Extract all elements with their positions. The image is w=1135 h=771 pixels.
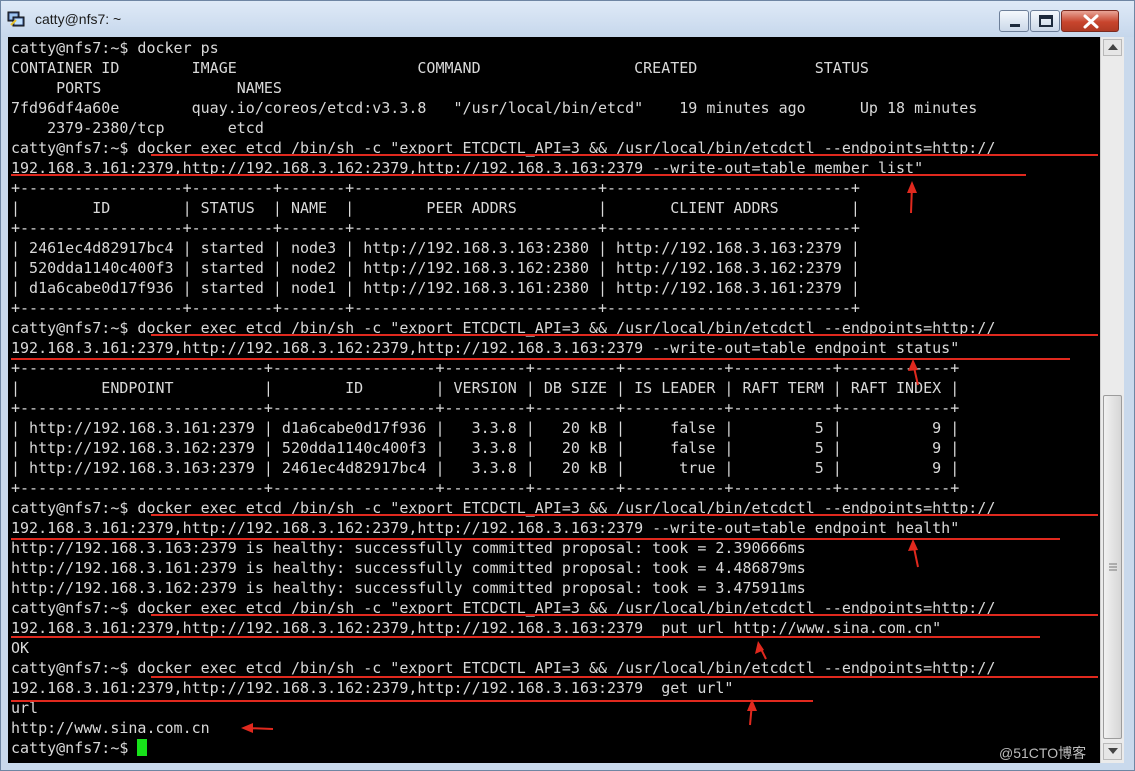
terminal-line: catty@nfs7:~$ docker exec etcd /bin/sh -…: [11, 659, 996, 677]
terminal-line: | ID | STATUS | NAME | PEER ADDRS | CLIE…: [11, 199, 860, 217]
terminal-line: http://192.168.3.162:2379 is healthy: su…: [11, 579, 806, 597]
window-title: catty@nfs7: ~: [35, 11, 122, 27]
terminal-line: catty@nfs7:~$: [11, 738, 995, 758]
grip-icon: [1109, 563, 1117, 571]
terminal-line: | 520dda1140c400f3 | started | node2 | h…: [11, 259, 860, 277]
minimize-icon: [1010, 24, 1020, 27]
terminal-line: | ENDPOINT | ID | VERSION | DB SIZE | IS…: [11, 379, 960, 397]
putty-icon[interactable]: [7, 10, 25, 28]
terminal-line: catty@nfs7:~$ docker exec etcd /bin/sh -…: [11, 319, 996, 337]
scrollbar-thumb[interactable]: [1103, 395, 1122, 739]
terminal-line: 192.168.3.161:2379,http://192.168.3.162:…: [11, 619, 942, 637]
terminal-line: PORTS NAMES: [11, 79, 282, 97]
scroll-up-button[interactable]: [1103, 39, 1122, 56]
terminal-line: catty@nfs7:~$ docker ps: [11, 39, 219, 57]
terminal-line: +------------------+---------+-------+--…: [11, 179, 860, 197]
terminal-line: 192.168.3.161:2379,http://192.168.3.162:…: [11, 519, 960, 537]
terminal-line: +------------------+---------+-------+--…: [11, 299, 860, 317]
terminal-line: 192.168.3.161:2379,http://192.168.3.162:…: [11, 159, 924, 177]
terminal-line: catty@nfs7:~$ docker exec etcd /bin/sh -…: [11, 499, 996, 517]
terminal-line: catty@nfs7:~$ docker exec etcd /bin/sh -…: [11, 139, 996, 157]
terminal-line: http://192.168.3.163:2379 is healthy: su…: [11, 539, 806, 557]
terminal-line: OK: [11, 639, 30, 657]
close-button[interactable]: [1061, 10, 1119, 32]
terminal-line: | http://192.168.3.162:2379 | 520dda1140…: [11, 439, 960, 457]
terminal-window: catty@nfs7: ~ catty@nfs7:~$ docker ps CON…: [0, 0, 1135, 771]
terminal-line: +---------------------------+-----------…: [11, 399, 960, 417]
terminal-line: | http://192.168.3.163:2379 | 2461ec4d82…: [11, 459, 960, 477]
terminal-line: +---------------------------+-----------…: [11, 359, 960, 377]
terminal-line: 192.168.3.161:2379,http://192.168.3.162:…: [11, 339, 960, 357]
terminal-cursor: [137, 739, 148, 756]
terminal-line: | 2461ec4d82917bc4 | started | node3 | h…: [11, 239, 860, 257]
terminal-line: +------------------+---------+-------+--…: [11, 219, 860, 237]
terminal-line: | http://192.168.3.161:2379 | d1a6cabe0d…: [11, 419, 960, 437]
terminal-line: +---------------------------+-----------…: [11, 479, 960, 497]
terminal-line: 7fd96df4a60e quay.io/coreos/etcd:v3.3.8 …: [11, 99, 978, 117]
terminal-line: http://192.168.3.161:2379 is healthy: su…: [11, 559, 806, 577]
minimize-button[interactable]: [999, 10, 1029, 32]
terminal-line: CONTAINER ID IMAGE COMMAND CREATED STATU…: [11, 59, 869, 77]
terminal-line: | d1a6cabe0d17f936 | started | node1 | h…: [11, 279, 860, 297]
scroll-down-button[interactable]: [1103, 743, 1122, 760]
arrow-down-icon: [1108, 748, 1118, 754]
terminal-lines: catty@nfs7:~$ docker ps CONTAINER ID IMAG…: [11, 38, 995, 758]
terminal-line: 192.168.3.161:2379,http://192.168.3.162:…: [11, 679, 734, 697]
terminal-line: catty@nfs7:~$ docker exec etcd /bin/sh -…: [11, 599, 996, 617]
watermark: @51CTO博客: [999, 745, 1087, 761]
terminal-line: http://www.sina.com.cn: [11, 719, 210, 737]
terminal-output[interactable]: catty@nfs7:~$ docker ps CONTAINER ID IMAG…: [8, 37, 1100, 763]
maximize-icon: [1039, 15, 1053, 27]
terminal-line: 2379-2380/tcp etcd: [11, 119, 264, 137]
close-icon: [1083, 14, 1099, 29]
vertical-scrollbar[interactable]: [1100, 37, 1124, 763]
title-bar[interactable]: catty@nfs7: ~: [1, 1, 1134, 37]
terminal-line: url: [11, 699, 39, 717]
arrow-up-icon: [1108, 44, 1118, 50]
maximize-button[interactable]: [1030, 10, 1060, 32]
